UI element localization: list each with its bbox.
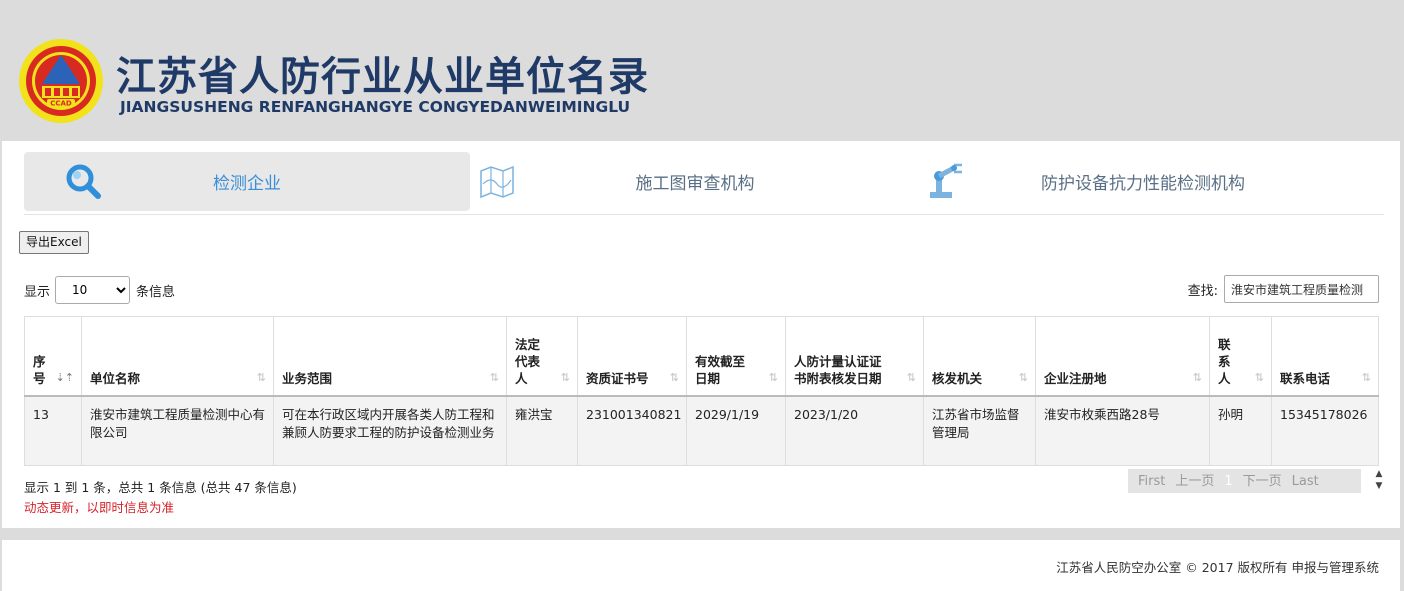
page-title: 江苏省人防行业从业单位名录 (116, 54, 649, 100)
column-header-line: 代表 (515, 354, 541, 369)
svg-text:CCAD: CCAD (50, 100, 72, 108)
column-header[interactable]: 法定代表人 ⇅ (506, 316, 578, 397)
update-note: 动态更新，以即时信息为准 (24, 500, 175, 515)
column-header-line: 核发机关 (932, 371, 983, 386)
column-header-line: 业务范围 (282, 371, 333, 386)
tab-label: 防护设备抗力性能检测机构 (1041, 174, 1245, 194)
tab-protective-equipment[interactable]: 防护设备抗力性能检测机构 (920, 152, 1366, 211)
footer: 江苏省人民防空办公室 © 2017 版权所有 申报与管理系统 (2, 540, 1400, 591)
results-table: 序号 ⇣⇡ 单位名称 ⇅ 业务范围 ⇅ 法定 代表人 ⇅ 资质证书号 ⇅ 有效截至 日期 ⇅ 人防计量认证证… (24, 316, 1379, 466)
column-header[interactable]: 有效截至日期 ⇅ (686, 316, 786, 397)
ccad-logo: CCAD (19, 39, 103, 123)
sort-icon: ⇅ (1018, 371, 1028, 384)
column-header[interactable]: 联系人 ⇅ (1209, 316, 1272, 397)
search-label: 查找: (1187, 283, 1218, 299)
main-panel: 检测企业 施工图审查机构 防护设备抗力性能检测机构 导出Excel 显示 10 … (2, 141, 1400, 528)
column-header-line: 联 (1218, 337, 1231, 352)
table-cell: 孙明 (1209, 395, 1272, 466)
sort-icon: ⇅ (256, 371, 266, 384)
table-cell: 2023/1/20 (785, 395, 924, 466)
page-length-select[interactable]: 10 (55, 276, 131, 304)
column-header-line: 序 (33, 354, 46, 369)
table-header-row: 序号 ⇣⇡ 单位名称 ⇅ 业务范围 ⇅ 法定 代表人 ⇅ 资质证书号 ⇅ 有效截至 日期 ⇅ 人防计量认证证… (24, 316, 1379, 397)
column-header-line: 法定 (515, 337, 541, 352)
pager-next[interactable]: 下一页 (1238, 469, 1287, 493)
pager-first[interactable]: First (1133, 469, 1170, 493)
sort-icon: ⇅ (768, 371, 778, 384)
search-input[interactable] (1224, 275, 1379, 303)
column-header-line: 日期 (695, 371, 721, 386)
chevron-down-icon[interactable]: ▼ (1372, 480, 1386, 492)
tab-bar: 检测企业 施工图审查机构 防护设备抗力性能检测机构 (24, 152, 1384, 215)
table-cell: 可在本行政区域内开展各类人防工程和兼顾人防要求工程的防护设备检测业务 (273, 395, 507, 466)
table-cell: 雍洪宝 (506, 395, 578, 466)
export-excel-button[interactable]: 导出Excel (19, 231, 89, 254)
header: CCAD 江苏省人防行业从业单位名录 JIANGSUSHENG RENFANGH… (0, 0, 1404, 140)
column-header-line: 人 (515, 371, 528, 386)
sort-icon: ⇅ (906, 371, 916, 384)
copyright: 江苏省人民防空办公室 © 2017 版权所有 申报与管理系统 (1056, 560, 1379, 575)
table-cell: 231001340821 (577, 395, 687, 466)
tab-drawing-review[interactable]: 施工图审查机构 (472, 152, 918, 211)
column-header[interactable]: 资质证书号 ⇅ (577, 316, 687, 397)
column-header[interactable]: 企业注册地 ⇅ (1035, 316, 1210, 397)
pager-last[interactable]: Last (1287, 469, 1324, 493)
table-cell: 淮安市枚乘西路28号 (1035, 395, 1210, 466)
scroll-spinner[interactable]: ▲ ▼ (1372, 468, 1386, 494)
column-header-line: 企业注册地 (1044, 371, 1107, 386)
column-header[interactable]: 联系电话 ⇅ (1271, 316, 1379, 397)
column-header-line: 联系电话 (1280, 371, 1331, 386)
pagination: First 上一页 1 下一页 Last (1128, 469, 1361, 493)
table-cell: 淮安市建筑工程质量检测中心有限公司 (81, 395, 274, 466)
table-cell: 江苏省市场监督管理局 (923, 395, 1036, 466)
table-body: 13 淮安市建筑工程质量检测中心有限公司 可在本行政区域内开展各类人防工程和兼顾人防… (24, 395, 1379, 466)
table-cell: 15345178026 (1271, 395, 1379, 466)
pager-prev[interactable]: 上一页 (1170, 469, 1219, 493)
sort-icon: ⇅ (560, 371, 570, 384)
page-subtitle: JIANGSUSHENG RENFANGHANGYE CONGYEDANWEIM… (120, 98, 631, 116)
column-header[interactable]: 单位名称 ⇅ (81, 316, 274, 397)
sort-icon: ⇅ (489, 371, 499, 384)
column-header[interactable]: 序号 ⇣⇡ (24, 316, 82, 397)
sort-icon: ⇣⇡ (55, 371, 74, 384)
sort-icon: ⇅ (1192, 371, 1202, 384)
column-header-line: 人防计量认证证 (794, 354, 882, 369)
sort-icon: ⇅ (1254, 371, 1264, 384)
sort-icon: ⇅ (669, 371, 679, 384)
length-prefix: 显示 (24, 284, 51, 300)
table-cell: 2029/1/19 (686, 395, 786, 466)
column-header-line: 单位名称 (90, 371, 141, 386)
column-header[interactable]: 人防计量认证证 书附表核发日期 ⇅ (785, 316, 924, 397)
search-control: 查找: (1188, 275, 1379, 303)
pager-current[interactable]: 1 (1219, 469, 1237, 493)
tab-testing-companies[interactable]: 检测企业 (24, 152, 470, 211)
chevron-up-icon[interactable]: ▲ (1372, 468, 1386, 480)
column-header-line: 书附表核发日期 (794, 371, 882, 386)
length-suffix: 条信息 (136, 284, 176, 300)
table-cell: 13 (24, 395, 82, 466)
table-row: 13 淮安市建筑工程质量检测中心有限公司 可在本行政区域内开展各类人防工程和兼顾人防… (24, 395, 1379, 466)
column-header-line: 资质证书号 (586, 371, 649, 386)
tab-label: 检测企业 (213, 174, 281, 194)
column-header-line: 人 (1218, 371, 1231, 386)
column-header[interactable]: 核发机关 ⇅ (923, 316, 1036, 397)
sort-icon: ⇅ (1361, 371, 1371, 384)
column-header[interactable]: 业务范围 ⇅ (273, 316, 507, 397)
column-header-line: 系 (1218, 354, 1231, 369)
column-header-line: 有效截至 (695, 354, 746, 369)
tab-label: 施工图审查机构 (635, 174, 755, 194)
table-info: 显示 1 到 1 条，总共 1 条信息 (总共 47 条信息) (24, 480, 297, 495)
page-length-control: 显示 10 条信息 (24, 276, 175, 304)
